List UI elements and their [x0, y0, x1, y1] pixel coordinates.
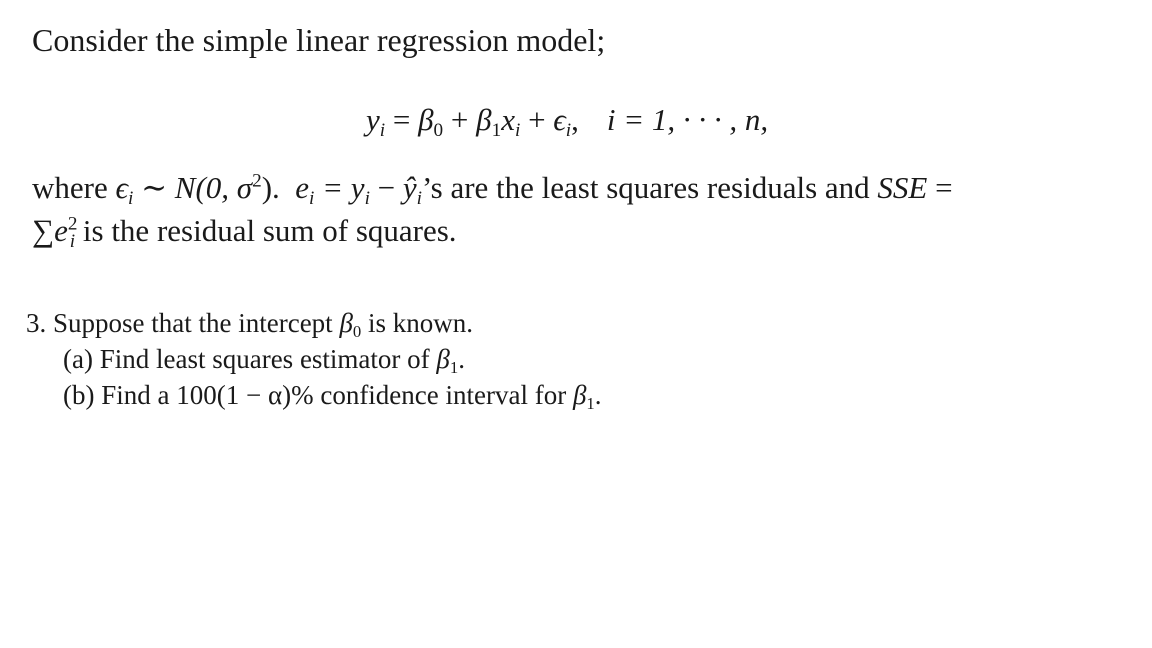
part-a-beta-sub: 1: [449, 358, 459, 378]
part-b-beta: β: [572, 380, 587, 410]
question-3: 3. Suppose that the intercept β0 is know…: [26, 308, 473, 342]
where-suffix: ’s are the least squares residuals and: [422, 170, 870, 205]
sse-equals: =: [935, 170, 953, 205]
eq-beta1: β: [476, 102, 492, 137]
question-part-b: (b) Find a 100(1 − α)% confidence interv…: [63, 380, 602, 414]
part-a-beta: β: [436, 344, 450, 374]
sse-line: ∑e2i is the residual sum of squares.: [32, 213, 457, 253]
epsilon-sub: i: [127, 187, 134, 209]
sum-symbol: ∑: [32, 213, 55, 248]
sigma-exp: 2: [252, 170, 262, 192]
eq-y-sub: i: [379, 119, 386, 141]
part-b-label: (b): [63, 380, 95, 410]
eq-eps-sub: i: [565, 119, 572, 141]
sse-suffix: is the residual sum of squares.: [82, 213, 457, 248]
where-prefix: where: [32, 170, 108, 205]
regression-equation: yi = β0 + β1xi + ϵi, i = 1, · · · , n,: [366, 102, 769, 141]
sum-term: e: [54, 213, 68, 248]
eq-x: x: [501, 102, 515, 137]
epsilon: ϵ: [115, 170, 128, 205]
eq-beta0: β: [418, 102, 434, 137]
residual-eq: = y: [314, 170, 365, 205]
question-beta: β: [339, 308, 353, 338]
y-sub: i: [364, 187, 370, 209]
eq-y: y: [366, 102, 380, 137]
part-a-text: Find least squares estimator of: [99, 344, 430, 374]
part-b-beta-sub: 1: [586, 394, 595, 414]
normal-dist: ∼ N(0, σ: [141, 170, 253, 205]
part-b-text: Find a 100(1 − α)% confidence interval f…: [101, 380, 567, 410]
residual-e: e: [295, 170, 310, 205]
question-number: 3.: [26, 308, 47, 338]
part-a-end: .: [458, 344, 465, 374]
intro-text: Consider the simple linear regression mo…: [32, 22, 606, 58]
eq-x-sub: i: [514, 119, 521, 141]
eq-eps: ϵ: [553, 102, 566, 137]
part-b-end: .: [594, 380, 602, 410]
yhat: ŷ: [402, 170, 417, 205]
question-text-before: Suppose that the intercept: [53, 308, 333, 338]
sse-label: SSE: [877, 170, 928, 205]
dist-end: ).: [261, 170, 280, 205]
eq-index-range: i = 1, · · · , n,: [606, 102, 769, 137]
question-text-after: is known.: [368, 308, 474, 338]
eq-beta0-sub: 0: [433, 119, 444, 141]
eq-beta1-sub: 1: [491, 119, 502, 141]
question-part-a: (a) Find least squares estimator of β1.: [63, 344, 465, 378]
sum-term-sub: i: [69, 230, 76, 252]
where-line: where ϵi ∼ N(0, σ2). ei = yi − ŷi’s are …: [32, 170, 953, 209]
part-a-label: (a): [63, 344, 93, 374]
question-beta-sub: 0: [352, 322, 362, 342]
